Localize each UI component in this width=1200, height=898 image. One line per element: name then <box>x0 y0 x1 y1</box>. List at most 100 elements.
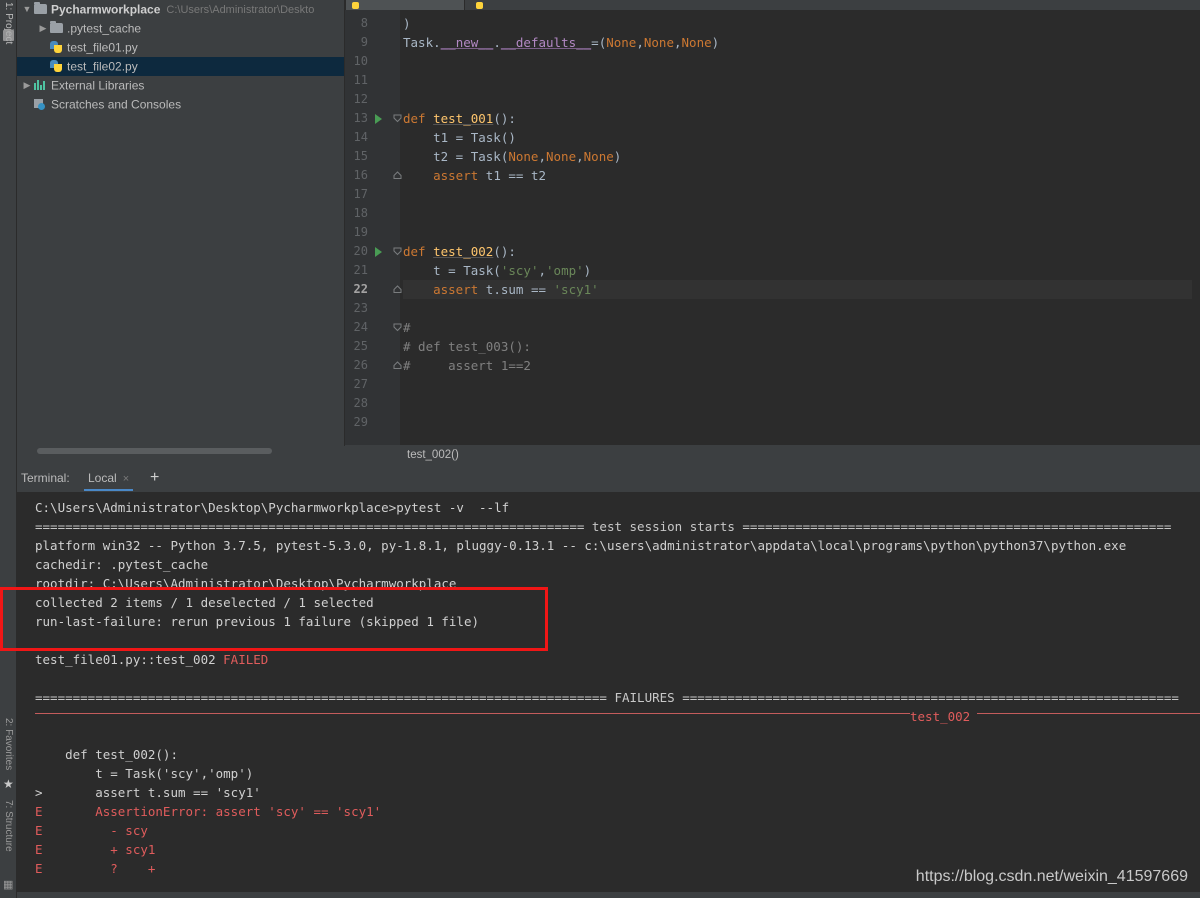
code-token: None <box>606 35 637 50</box>
terminal-line-text: E AssertionError: assert 'scy' == 'scy1' <box>35 804 382 819</box>
fold-collapse-icon[interactable] <box>393 114 402 123</box>
terminal-line-text: t = Task('scy','omp') <box>35 766 254 781</box>
code-line[interactable]: def test_002(): <box>403 242 516 261</box>
fold-end-icon[interactable] <box>393 361 402 370</box>
fold-end-icon[interactable] <box>393 171 402 180</box>
code-token: assert <box>433 282 479 297</box>
editor-tab-inactive[interactable] <box>469 0 589 10</box>
code-line[interactable]: # <box>403 318 411 337</box>
code-line[interactable]: ) <box>403 14 411 33</box>
terminal-line-text: C:\Users\Administrator\Desktop\Pycharmwo… <box>35 500 510 515</box>
terminal-tab-label: Local <box>88 471 117 485</box>
editor-tab-strip <box>345 0 1200 10</box>
terminal-line: E ? + <box>35 859 155 879</box>
code-area[interactable]: ) Task.__new__.__defaults__=(None,None,No… <box>403 10 1200 445</box>
terminal-line-text: platform win32 -- Python 3.7.5, pytest-5… <box>35 538 1127 553</box>
tree-item-test-file02-py[interactable]: · test_file02.py <box>17 57 344 76</box>
code-token: , <box>673 35 682 50</box>
code-line[interactable]: t2 = Task(None,None,None) <box>403 147 621 166</box>
failure-separator-rule <box>35 713 910 714</box>
code-line[interactable]: t1 = Task() <box>403 128 516 147</box>
fold-end-icon[interactable] <box>393 285 402 294</box>
sidebar-tab-favorites[interactable]: 2: Favorites <box>0 718 17 770</box>
chevron-down-icon[interactable]: ▼ <box>21 0 33 19</box>
code-token: None <box>546 149 577 164</box>
sidebar-tab-structure[interactable]: 7: Structure <box>0 800 17 852</box>
terminal-line: cachedir: .pytest_cache <box>35 555 208 575</box>
code-token: __defaults__ <box>500 35 592 50</box>
editor-vertical-scrollbar[interactable] <box>1192 20 1200 445</box>
terminal-line: platform win32 -- Python 3.7.5, pytest-5… <box>35 536 1126 556</box>
terminal-label: Terminal: <box>21 471 70 485</box>
code-line[interactable]: assert t1 == t2 <box>403 166 546 185</box>
spacer-icon: · <box>37 38 49 57</box>
code-token: ) <box>711 35 720 50</box>
code-token: t1 = Task() <box>403 130 516 145</box>
code-token: . <box>493 35 501 50</box>
close-icon[interactable]: × <box>123 473 129 485</box>
libraries-icon <box>33 78 48 91</box>
python-file-icon <box>49 59 64 72</box>
python-file-icon <box>352 2 359 9</box>
code-token: def <box>403 111 434 126</box>
fold-collapse-icon[interactable] <box>393 323 402 332</box>
code-line[interactable]: def test_001(): <box>403 109 516 128</box>
editor-tab-active[interactable] <box>345 0 465 10</box>
code-token: , <box>538 149 546 164</box>
line-number: 9 <box>360 35 368 49</box>
tree-item-label: Scratches and Consoles <box>51 97 182 112</box>
tree-item-test-file01-py[interactable]: · test_file01.py <box>17 38 344 57</box>
line-number: 14 <box>353 130 368 144</box>
terminal-header: Terminal: Local × + <box>17 465 1200 492</box>
line-number: 28 <box>353 396 368 410</box>
terminal-line: ========================================… <box>35 688 1179 708</box>
code-editor[interactable]: 8 9 10 11 12 13 14 15 16 17 18 19 20 21 22 23 24 25 26 27 28… <box>345 10 1200 445</box>
tree-item-label: .pytest_cache <box>67 21 142 36</box>
code-token: None <box>508 149 539 164</box>
tree-item-external-libraries[interactable]: ▶ External Libraries <box>17 76 344 95</box>
terminal-output[interactable]: C:\Users\Administrator\Desktop\Pycharmwo… <box>17 492 1200 898</box>
terminal-line: def test_002(): <box>35 745 178 765</box>
tree-item-scratches-and-consoles[interactable]: · Scratches and Consoles <box>17 95 344 114</box>
line-number: 26 <box>353 358 368 372</box>
code-token: None <box>643 35 674 50</box>
code-line[interactable]: # def test_003(): <box>403 337 531 356</box>
terminal-line-text: test_file01.py::test_002 <box>35 652 224 667</box>
code-token: (): <box>493 244 516 259</box>
code-line[interactable]: assert t.sum == 'scy1' <box>403 280 1200 299</box>
terminal-line-text: test_002 <box>910 709 971 724</box>
terminal-line-text: run-last-failure: rerun previous 1 failu… <box>35 614 480 629</box>
line-number: 12 <box>353 92 368 106</box>
terminal-line: t = Task('scy','omp') <box>35 764 253 784</box>
fold-collapse-icon[interactable] <box>393 247 402 256</box>
terminal-line: E AssertionError: assert 'scy' == 'scy1' <box>35 802 381 822</box>
code-token: 'omp' <box>546 263 584 278</box>
code-token: , <box>576 149 584 164</box>
tree-item-label: Pycharmworkplace <box>51 2 161 17</box>
code-line[interactable]: Task.__new__.__defaults__=(None,None,Non… <box>403 33 719 52</box>
run-test-gutter-icon[interactable] <box>375 114 382 124</box>
terminal-line: rootdir: C:\Users\Administrator\Desktop\… <box>35 574 456 594</box>
chevron-right-icon[interactable]: ▶ <box>37 19 49 38</box>
tree-item--pytest-cache[interactable]: ▶ .pytest_cache <box>17 19 344 38</box>
code-token: 'scy' <box>500 263 539 278</box>
terminal-tab-local[interactable]: Local × <box>84 468 134 491</box>
code-line[interactable]: # assert 1==2 <box>403 356 531 375</box>
add-terminal-icon[interactable]: + <box>150 469 159 487</box>
terminal-line: > assert t.sum == 'scy1' <box>35 783 261 803</box>
failure-separator-rule <box>977 713 1200 714</box>
editor-gutter[interactable]: 8 9 10 11 12 13 14 15 16 17 18 19 20 21 22 23 24 25 26 27 28… <box>345 10 402 445</box>
terminal-line-text: E + scy1 <box>35 842 156 857</box>
spacer-icon: · <box>37 57 49 76</box>
terminal-line: E - scy <box>35 821 148 841</box>
tree-item-pycharmworkplace[interactable]: ▼ Pycharmworkplace C:\Users\Administrator\… <box>17 0 344 19</box>
run-test-gutter-icon[interactable] <box>375 247 382 257</box>
tree-horizontal-scrollbar[interactable] <box>17 446 345 455</box>
line-number: 22 <box>353 282 368 296</box>
terminal-line: test_file01.py::test_002 FAILED <box>35 650 268 670</box>
chevron-right-icon[interactable]: ▶ <box>21 76 33 95</box>
line-number: 20 <box>353 244 368 258</box>
code-line[interactable]: t = Task('scy','omp') <box>403 261 591 280</box>
code-token: t2 = Task( <box>403 149 509 164</box>
